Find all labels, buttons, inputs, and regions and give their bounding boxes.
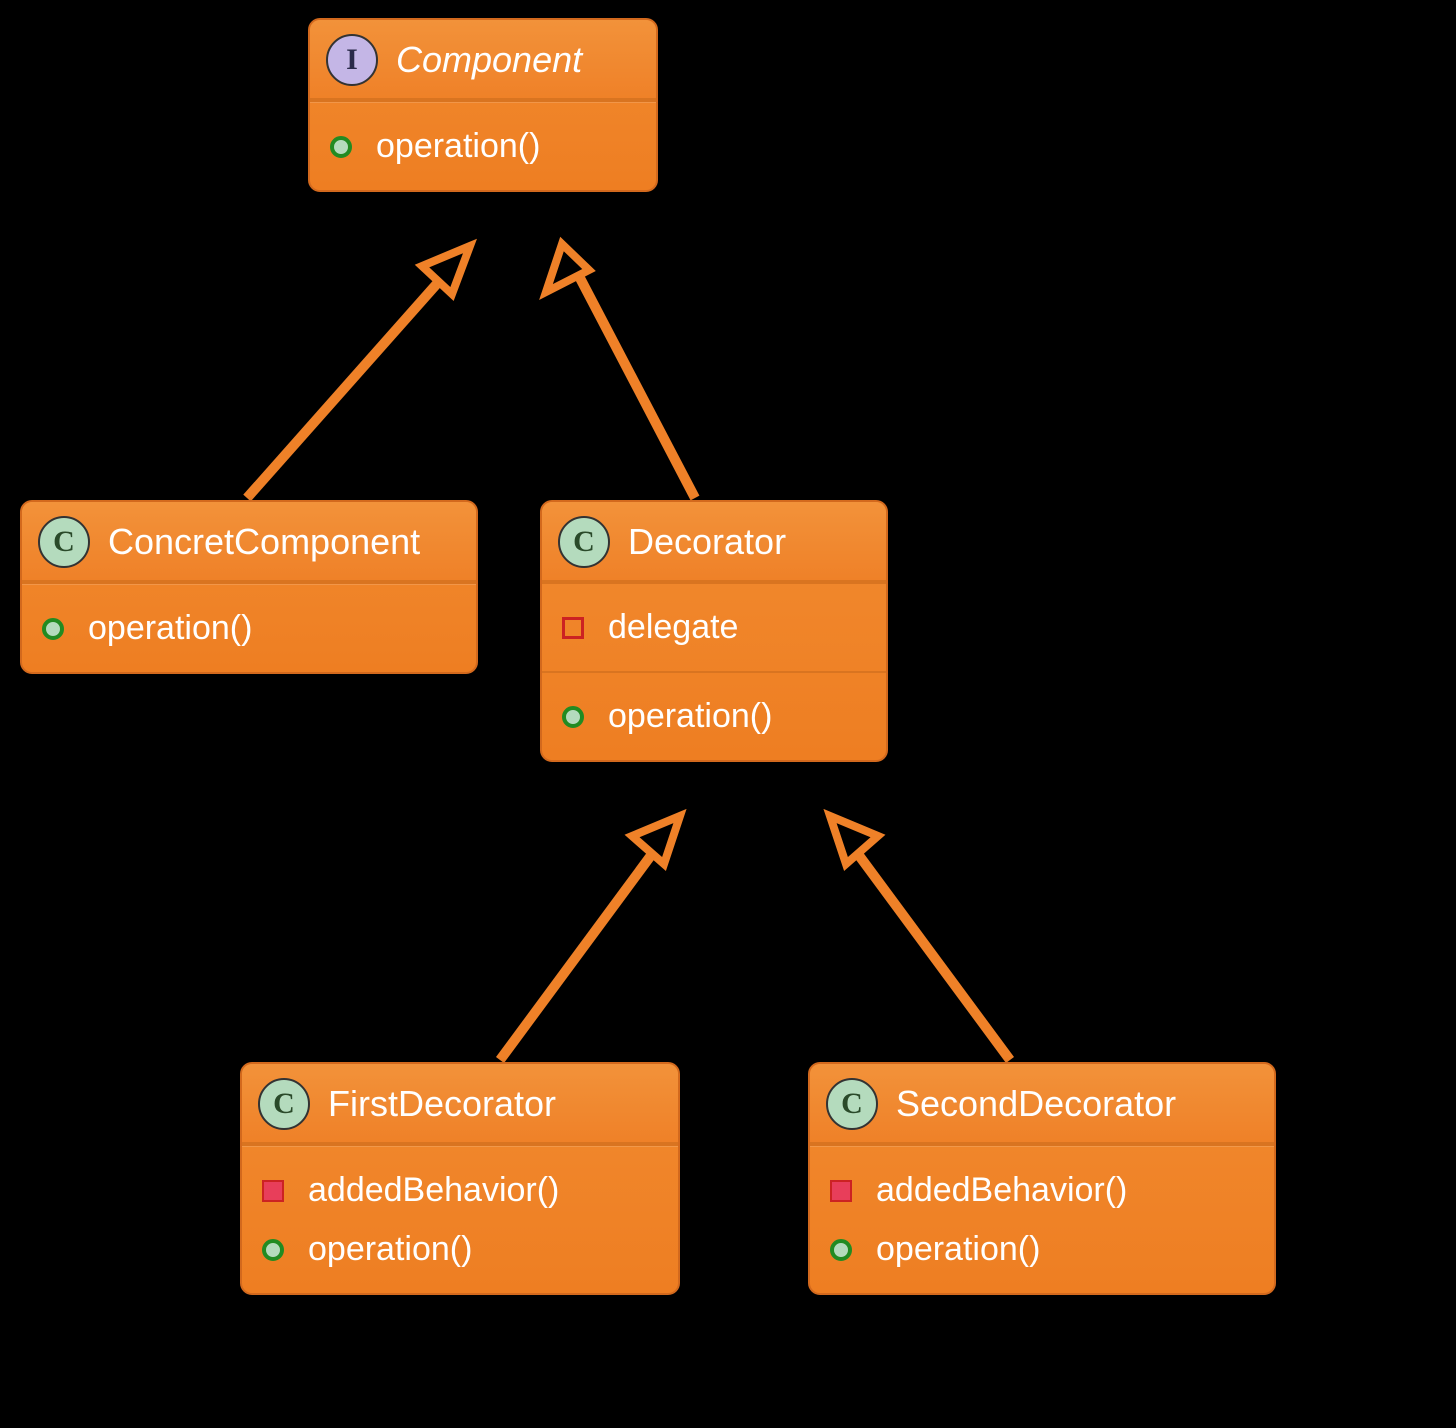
member-label: addedBehavior() bbox=[308, 1171, 559, 1210]
visibility-public-icon bbox=[262, 1239, 284, 1261]
member-label: operation() bbox=[88, 609, 252, 648]
members-section: operation() bbox=[22, 584, 476, 672]
class-header: C SecondDecorator bbox=[810, 1064, 1274, 1144]
edge-second-to-decorator bbox=[830, 816, 1010, 1060]
edge-decorator-to-component bbox=[546, 244, 695, 498]
class-header: C FirstDecorator bbox=[242, 1064, 678, 1144]
class-title: FirstDecorator bbox=[328, 1083, 556, 1125]
visibility-public-icon bbox=[42, 618, 64, 640]
edge-first-to-decorator bbox=[500, 816, 680, 1060]
class-icon: C bbox=[38, 516, 90, 568]
class-first-decorator: C FirstDecorator addedBehavior() operati… bbox=[240, 1062, 680, 1295]
member-label: operation() bbox=[308, 1230, 472, 1269]
class-icon: C bbox=[258, 1078, 310, 1130]
member-label: operation() bbox=[876, 1230, 1040, 1269]
class-header: C ConcretComponent bbox=[22, 502, 476, 582]
class-decorator: C Decorator delegate operation() bbox=[540, 500, 888, 762]
class-header: I Component bbox=[310, 20, 656, 100]
members-section: operation() bbox=[310, 102, 656, 190]
member-label: operation() bbox=[376, 127, 540, 166]
edge-concret-to-component bbox=[247, 246, 470, 498]
class-title: Component bbox=[396, 39, 582, 81]
visibility-private-icon bbox=[262, 1180, 284, 1202]
class-title: SecondDecorator bbox=[896, 1083, 1176, 1125]
class-header: C Decorator bbox=[542, 502, 886, 582]
class-component: I Component operation() bbox=[308, 18, 658, 192]
members-section: addedBehavior() operation() bbox=[810, 1146, 1274, 1293]
member-operation: operation() bbox=[330, 117, 636, 176]
attribute-delegate: delegate bbox=[562, 598, 866, 657]
attribute-label: delegate bbox=[608, 608, 738, 647]
class-title: ConcretComponent bbox=[108, 521, 420, 563]
attributes-section: delegate bbox=[542, 582, 886, 671]
member-label: addedBehavior() bbox=[876, 1171, 1127, 1210]
member-operation: operation() bbox=[562, 687, 866, 746]
member-operation: operation() bbox=[42, 599, 456, 658]
members-section: operation() bbox=[542, 671, 886, 760]
class-icon: C bbox=[558, 516, 610, 568]
visibility-private-icon bbox=[830, 1180, 852, 1202]
visibility-public-icon bbox=[562, 706, 584, 728]
member-operation: operation() bbox=[262, 1220, 658, 1279]
interface-icon: I bbox=[326, 34, 378, 86]
member-label: operation() bbox=[608, 697, 772, 736]
member-operation: operation() bbox=[830, 1220, 1254, 1279]
class-second-decorator: C SecondDecorator addedBehavior() operat… bbox=[808, 1062, 1276, 1295]
members-section: addedBehavior() operation() bbox=[242, 1146, 678, 1293]
member-added-behavior: addedBehavior() bbox=[830, 1161, 1254, 1220]
class-concret-component: C ConcretComponent operation() bbox=[20, 500, 478, 674]
visibility-public-icon bbox=[830, 1239, 852, 1261]
visibility-private-icon bbox=[562, 617, 584, 639]
class-title: Decorator bbox=[628, 521, 786, 563]
member-added-behavior: addedBehavior() bbox=[262, 1161, 658, 1220]
visibility-public-icon bbox=[330, 136, 352, 158]
class-icon: C bbox=[826, 1078, 878, 1130]
